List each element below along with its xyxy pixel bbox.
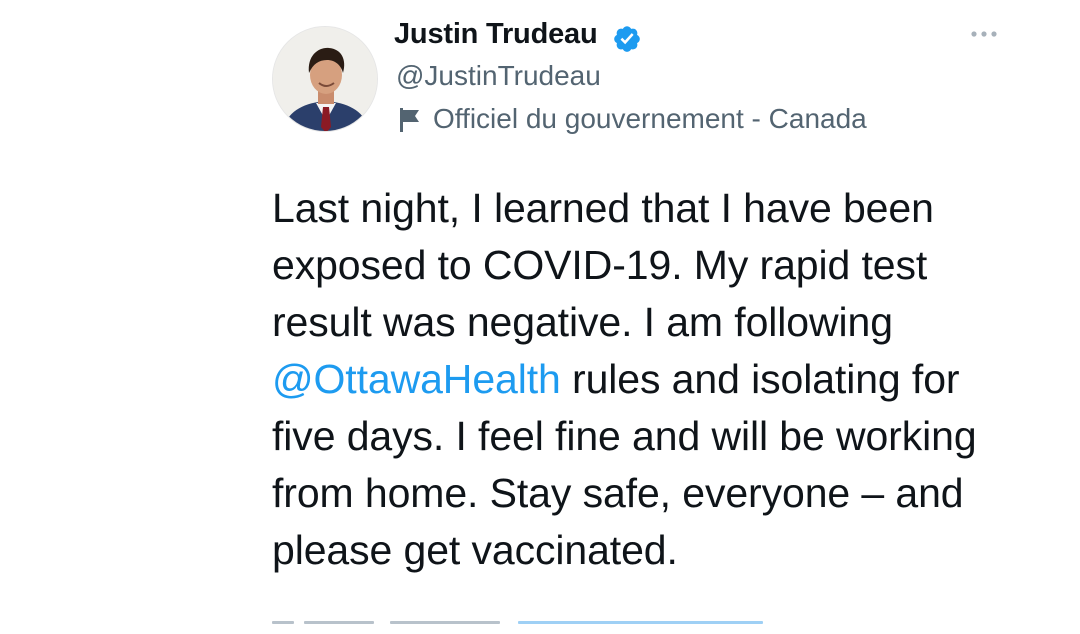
flag-icon [400, 108, 419, 132]
verified-badge-icon [614, 26, 640, 52]
cutoff-fragment [518, 621, 763, 624]
avatar-photo-icon [273, 27, 377, 131]
tweet-text: Last night, I learned that I have been e… [272, 180, 1032, 579]
tweet-card: Justin Trudeau @JustinTrudeau Officiel d… [0, 0, 1080, 634]
author-avatar[interactable] [272, 26, 378, 132]
cutoff-fragment [304, 621, 374, 624]
cutoff-fragment [390, 621, 500, 624]
mention-link[interactable]: @OttawaHealth [272, 356, 561, 402]
timestamp-row-cutoff [272, 621, 792, 634]
government-label-text: Officiel du gouvernement - Canada [433, 103, 867, 134]
author-name[interactable]: Justin Trudeau [394, 18, 598, 51]
tweet-text-part-1: Last night, I learned that I have been e… [272, 185, 934, 345]
author-handle[interactable]: @JustinTrudeau [396, 60, 601, 92]
cutoff-fragment [272, 621, 294, 624]
more-options-icon[interactable] [966, 24, 1002, 44]
